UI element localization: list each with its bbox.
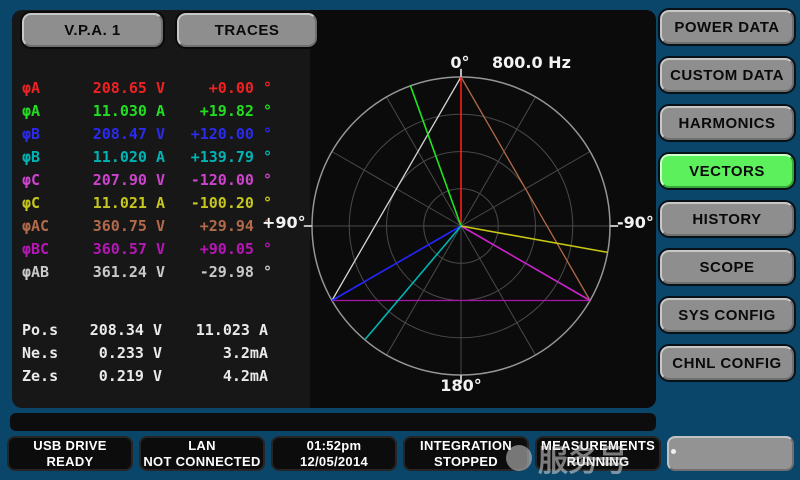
status-clock[interactable]: 01:52pm 12/05/2014 <box>271 436 397 471</box>
phase-angle: -29.98 ° <box>165 263 272 281</box>
sequence-summary-table: Po.s 208.34 V 11.023 A Ne.s 0.233 V 3.2m… <box>22 318 268 387</box>
phase-label: φA <box>22 102 72 120</box>
vector-IB <box>365 226 461 340</box>
phase-measurement-table: φA 208.65 V +0.00 ° φA 11.030 A +19.82 °… <box>22 76 272 283</box>
sequence-label: Po.s <box>22 321 72 339</box>
table-row: φB 11.020 A +139.79 ° <box>22 145 272 168</box>
phase-label: φC <box>22 194 72 212</box>
status-integration[interactable]: INTEGRATION STOPPED <box>403 436 529 471</box>
vector-IA <box>410 86 461 226</box>
phase-value: 11.030 A <box>72 102 165 120</box>
plot-angle-label-bottom: 180° <box>434 376 488 395</box>
phase-label: φC <box>22 171 72 189</box>
menu-button-scope[interactable]: SCOPE <box>660 250 794 284</box>
status-lan[interactable]: LAN NOT CONNECTED <box>139 436 265 471</box>
table-row: φB 208.47 V +120.00 ° <box>22 122 272 145</box>
table-row: φA 11.030 A +19.82 ° <box>22 99 272 122</box>
status-line2: RUNNING <box>567 454 630 470</box>
table-row: φA 208.65 V +0.00 ° <box>22 76 272 99</box>
table-row: φAC 360.75 V +29.94 ° <box>22 214 272 237</box>
watermark-dot <box>671 449 676 454</box>
phase-angle: -120.00 ° <box>165 171 272 189</box>
phase-angle: +19.82 ° <box>165 102 272 120</box>
phase-value: 207.90 V <box>72 171 165 189</box>
phase-label: φAB <box>22 263 72 281</box>
status-line2: READY <box>46 454 93 470</box>
traces-button[interactable]: TRACES <box>177 13 317 47</box>
vector-plot <box>296 50 626 390</box>
status-usb-drive[interactable]: USB DRIVE READY <box>7 436 133 471</box>
sequence-current: 3.2mA <box>162 344 268 362</box>
menu-button-custom-data[interactable]: CUSTOM DATA <box>660 58 794 92</box>
phase-label: φB <box>22 148 72 166</box>
table-row: Po.s 208.34 V 11.023 A <box>22 318 268 341</box>
table-row: Ne.s 0.233 V 3.2mA <box>22 341 268 364</box>
phase-label: φBC <box>22 240 72 258</box>
status-line2: 12/05/2014 <box>300 454 368 470</box>
phase-value: 11.020 A <box>72 148 165 166</box>
table-row: φBC 360.57 V +90.05 ° <box>22 237 272 260</box>
sequence-voltage: 0.233 V <box>72 344 162 362</box>
phase-angle: +120.00 ° <box>165 125 272 143</box>
phase-value: 360.57 V <box>72 240 165 258</box>
table-row: φC 11.021 A -100.20 ° <box>22 191 272 214</box>
status-measurements[interactable]: MEASUREMENTS RUNNING <box>535 436 661 471</box>
message-bar <box>10 413 656 431</box>
menu-button-harmonics[interactable]: HARMONICS <box>660 106 794 140</box>
plot-angle-label-left: +90° <box>262 213 304 232</box>
phase-value: 361.24 V <box>72 263 165 281</box>
table-row: φAB 361.24 V -29.98 ° <box>22 260 272 283</box>
phase-label: φAC <box>22 217 72 235</box>
status-line1: LAN <box>188 438 216 454</box>
status-line2: NOT CONNECTED <box>143 454 260 470</box>
sequence-current: 11.023 A <box>162 321 268 339</box>
status-line1: 01:52pm <box>307 438 362 454</box>
main-menu: POWER DATA CUSTOM DATA HARMONICS VECTORS… <box>660 10 794 394</box>
menu-button-history[interactable]: HISTORY <box>660 202 794 236</box>
phase-value: 208.65 V <box>72 79 165 97</box>
sequence-voltage: 0.219 V <box>72 367 162 385</box>
status-line1: INTEGRATION <box>420 438 512 454</box>
phase-angle: -100.20 ° <box>165 194 272 212</box>
menu-button-chnl-config[interactable]: CHNL CONFIG <box>660 346 794 380</box>
vector-VB <box>332 226 461 301</box>
menu-button-power-data[interactable]: POWER DATA <box>660 10 794 44</box>
line-voltage-vector-VAC <box>461 77 590 301</box>
phase-value: 360.75 V <box>72 217 165 235</box>
phase-angle: +90.05 ° <box>165 240 272 258</box>
table-row: φC 207.90 V -120.00 ° <box>22 168 272 191</box>
sequence-label: Ne.s <box>22 344 72 362</box>
sequence-current: 4.2mA <box>162 367 268 385</box>
status-bar: USB DRIVE READY LAN NOT CONNECTED 01:52p… <box>7 436 794 471</box>
phase-angle: +0.00 ° <box>165 79 272 97</box>
status-line1: USB DRIVE <box>33 438 107 454</box>
menu-button-vectors[interactable]: VECTORS <box>660 154 794 188</box>
vpa-select-button[interactable]: V.P.A. 1 <box>22 13 163 47</box>
phase-label: φA <box>22 79 72 97</box>
power-analyzer-screen: V.P.A. 1 TRACES φA 208.65 V +0.00 ° φA 1… <box>0 0 800 480</box>
phase-value: 208.47 V <box>72 125 165 143</box>
phase-value: 11.021 A <box>72 194 165 212</box>
plot-angle-label-top: 0° <box>430 53 490 72</box>
status-line1: MEASUREMENTS <box>541 438 655 454</box>
plot-angle-label-right: -90° <box>617 213 661 232</box>
phase-angle: +139.79 ° <box>165 148 272 166</box>
sequence-label: Ze.s <box>22 367 72 385</box>
status-line2: STOPPED <box>434 454 498 470</box>
frequency-readout: 800.0 Hz <box>492 53 571 72</box>
phase-label: φB <box>22 125 72 143</box>
line-voltage-vector-VAB <box>332 77 461 301</box>
blank-soft-key[interactable] <box>667 436 794 471</box>
phase-angle: +29.94 ° <box>165 217 272 235</box>
menu-button-sys-config[interactable]: SYS CONFIG <box>660 298 794 332</box>
table-row: Ze.s 0.219 V 4.2mA <box>22 364 268 387</box>
sequence-voltage: 208.34 V <box>72 321 162 339</box>
